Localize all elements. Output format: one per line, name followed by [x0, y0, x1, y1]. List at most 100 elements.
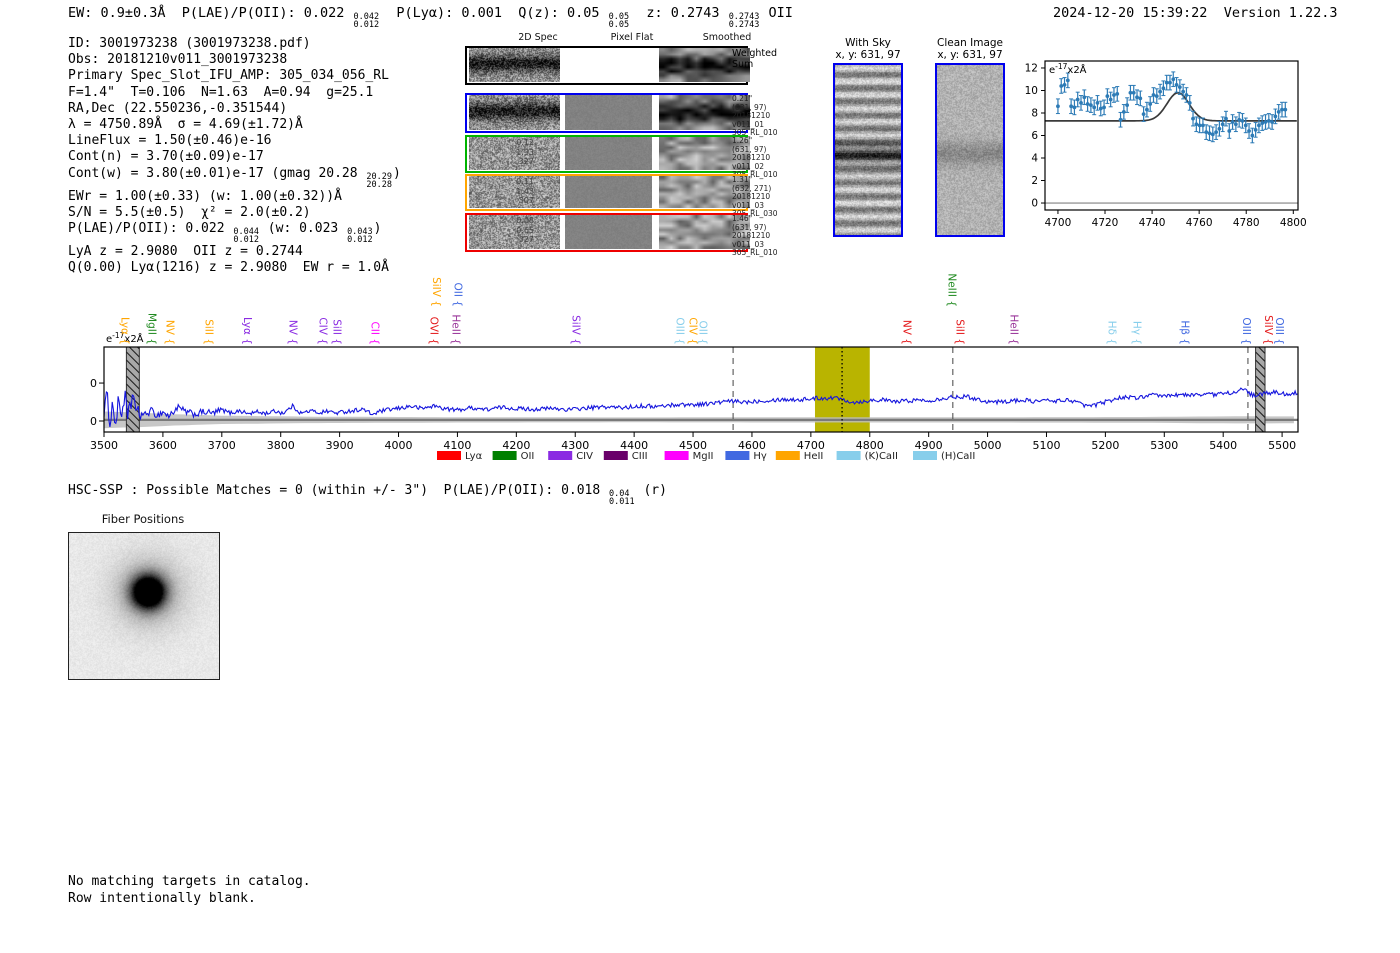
cutout-left-label: 0.08: [516, 216, 534, 225]
text-run: P(Lyα): 0.001 Q(z): 0.05: [380, 5, 608, 21]
cutout-right-label: Weighted: [732, 48, 777, 59]
info-line: P(LAE)/P(OII): 0.022 0.044 0.012 (w: 0.02…: [68, 221, 401, 244]
x-tick-label: 4900: [915, 439, 943, 452]
hi-lo-uncertainty: 0.043 0.012: [347, 228, 373, 245]
emission-line-label: Hγ {: [1131, 321, 1143, 345]
info-line: ID: 3001973238 (3001973238.pdf): [68, 36, 401, 52]
panel-plot-box: [68, 532, 220, 680]
data-point: [1115, 91, 1120, 96]
sky-panel-coords: x, y: 631, 97: [835, 48, 901, 61]
info-line: Primary Spec_Slot_IFU_AMP: 305_034_056_R…: [68, 68, 401, 84]
x-tick-label: 3600: [149, 439, 177, 452]
cutout-left-labels: 0.08 0.65 327: [500, 216, 534, 245]
emission-line-label: SiII {: [331, 319, 343, 345]
text-run: F=1.4" T=0.106 N=1.63 A=0.94 g=25.1: [68, 84, 374, 100]
emission-line-label: OIII {: [674, 317, 686, 345]
emission-line-label: CIV {: [317, 317, 329, 345]
data-point: [1197, 123, 1202, 128]
legend-swatch: [775, 451, 800, 460]
pixel-flat-canvas: [565, 137, 652, 170]
footer-line: Row intentionally blank.: [68, 890, 256, 906]
x-tick-label: 5000: [974, 439, 1002, 452]
fiber-canvas: [69, 533, 219, 679]
hi-lo-uncertainty: 20.29 20.28: [366, 172, 392, 189]
data-point: [1217, 126, 1222, 131]
cutout-left-labels: 0.48 1.43 327: [500, 96, 534, 125]
text-run: (w: 0.023: [259, 221, 347, 237]
emission-line-label: OIII {: [1240, 317, 1252, 345]
emission-line-label: OII {: [451, 283, 463, 307]
y-tick-label: 2: [1031, 175, 1038, 187]
data-point: [1072, 105, 1077, 110]
detection-info-block: ID: 3001973238 (3001973238.pdf) Obs: 2018…: [68, 36, 401, 276]
text-run: Primary Spec_Slot_IFU_AMP: 305_034_056_R…: [68, 68, 389, 84]
data-point: [1204, 130, 1209, 135]
data-point: [1283, 107, 1288, 112]
emission-line-label: NV {: [900, 320, 912, 345]
with-sky-panel: With Sky x, y: 631, 97: [828, 37, 908, 241]
hi-lo-uncertainty: 0.05 0.05: [608, 13, 630, 30]
data-point: [1118, 117, 1123, 122]
legend-swatch: [725, 451, 750, 460]
data-point: [1194, 122, 1199, 127]
info-line: EWr = 1.00(±0.33) (w: 1.00(±0.32))Å: [68, 189, 401, 205]
data-point: [1174, 82, 1179, 87]
data-point: [1181, 89, 1186, 94]
cutout-left-label: 327: [518, 115, 534, 124]
data-point: [1082, 95, 1087, 100]
x-tick-label: 4000: [385, 439, 413, 452]
data-point: [1273, 114, 1278, 119]
y-tick-label: 8: [1031, 107, 1038, 119]
y-tick-label: 0: [1031, 198, 1038, 210]
text-run: ): [393, 165, 401, 181]
emission-line-label: OVI {: [427, 317, 439, 345]
uncertainty-lo: 0.05: [608, 20, 630, 30]
x-tick-label: 3700: [208, 439, 236, 452]
text-run: (r): [635, 483, 667, 498]
spec2d-cutout-grid: 2D Spec Pixel Flat Smoothed Weighted Sum 0.48…: [440, 30, 820, 260]
x-tick-label: 3500: [90, 439, 118, 452]
data-point: [1088, 103, 1093, 108]
emission-line-label: Lyα {: [241, 317, 253, 345]
text-run: EW: 0.9±0.3Å P(LAE)/P(OII): 0.022: [68, 5, 353, 21]
catalog-footer-note: No matching targets in catalog. Row inten…: [68, 874, 311, 907]
y-tick-label: 0: [90, 415, 97, 428]
data-point: [1280, 107, 1284, 112]
emission-line-label: NV {: [163, 320, 175, 345]
clean-image-panel: Clean Image x, y: 631, 97: [930, 37, 1010, 241]
data-point: [1102, 105, 1106, 110]
pixel-flat-canvas: [565, 95, 652, 130]
data-point: [1233, 122, 1238, 127]
data-point: [1257, 123, 1261, 128]
uncertainty-lo: 0.012: [233, 235, 259, 246]
info-line: RA,Dec (22.550236,-0.351544): [68, 101, 401, 117]
x-tick-label: 3900: [326, 439, 354, 452]
legend-label: Lyα: [465, 451, 483, 462]
text-run: P(LAE)/P(OII): 0.022: [68, 221, 233, 237]
cutout-column-header: 2D Spec: [518, 32, 558, 43]
info-line: Cont(n) = 3.70(±0.09)e-17: [68, 149, 401, 165]
data-point: [1151, 93, 1156, 97]
y-tick-label: 12: [1025, 62, 1038, 74]
data-point: [1154, 94, 1159, 99]
data-point: [1056, 104, 1060, 109]
info-line: S/N = 5.5(±0.5) χ² = 2.0(±0.2): [68, 205, 401, 221]
panel-title: Fiber Positions: [101, 512, 185, 526]
data-point: [1247, 129, 1251, 133]
emission-line-label: SiII {: [202, 319, 214, 345]
report-timestamp-version: 2024-12-20 15:39:22 Version 1.22.3: [1053, 5, 1338, 21]
pixel-flat-canvas: [565, 215, 652, 249]
legend-label: CIII: [632, 451, 648, 462]
text-run: z: 0.2743: [630, 5, 728, 21]
clean-image-canvas: [935, 63, 1005, 237]
cutout-right-label: Sum: [732, 59, 754, 70]
data-point: [1065, 78, 1070, 83]
cutout-left-label: 307: [518, 196, 534, 205]
cutout-row: [465, 46, 750, 85]
text-run: ): [373, 221, 382, 237]
hsc-match-header: HSC-SSP : Possible Matches = 0 (within +…: [68, 483, 667, 506]
legend-swatch: [492, 451, 517, 460]
text-run: HSC-SSP : Possible Matches = 0 (within +…: [68, 483, 609, 498]
with-sky-canvas: [833, 63, 903, 237]
cutout-left-labels: 0.12 1.33 327: [500, 138, 534, 167]
